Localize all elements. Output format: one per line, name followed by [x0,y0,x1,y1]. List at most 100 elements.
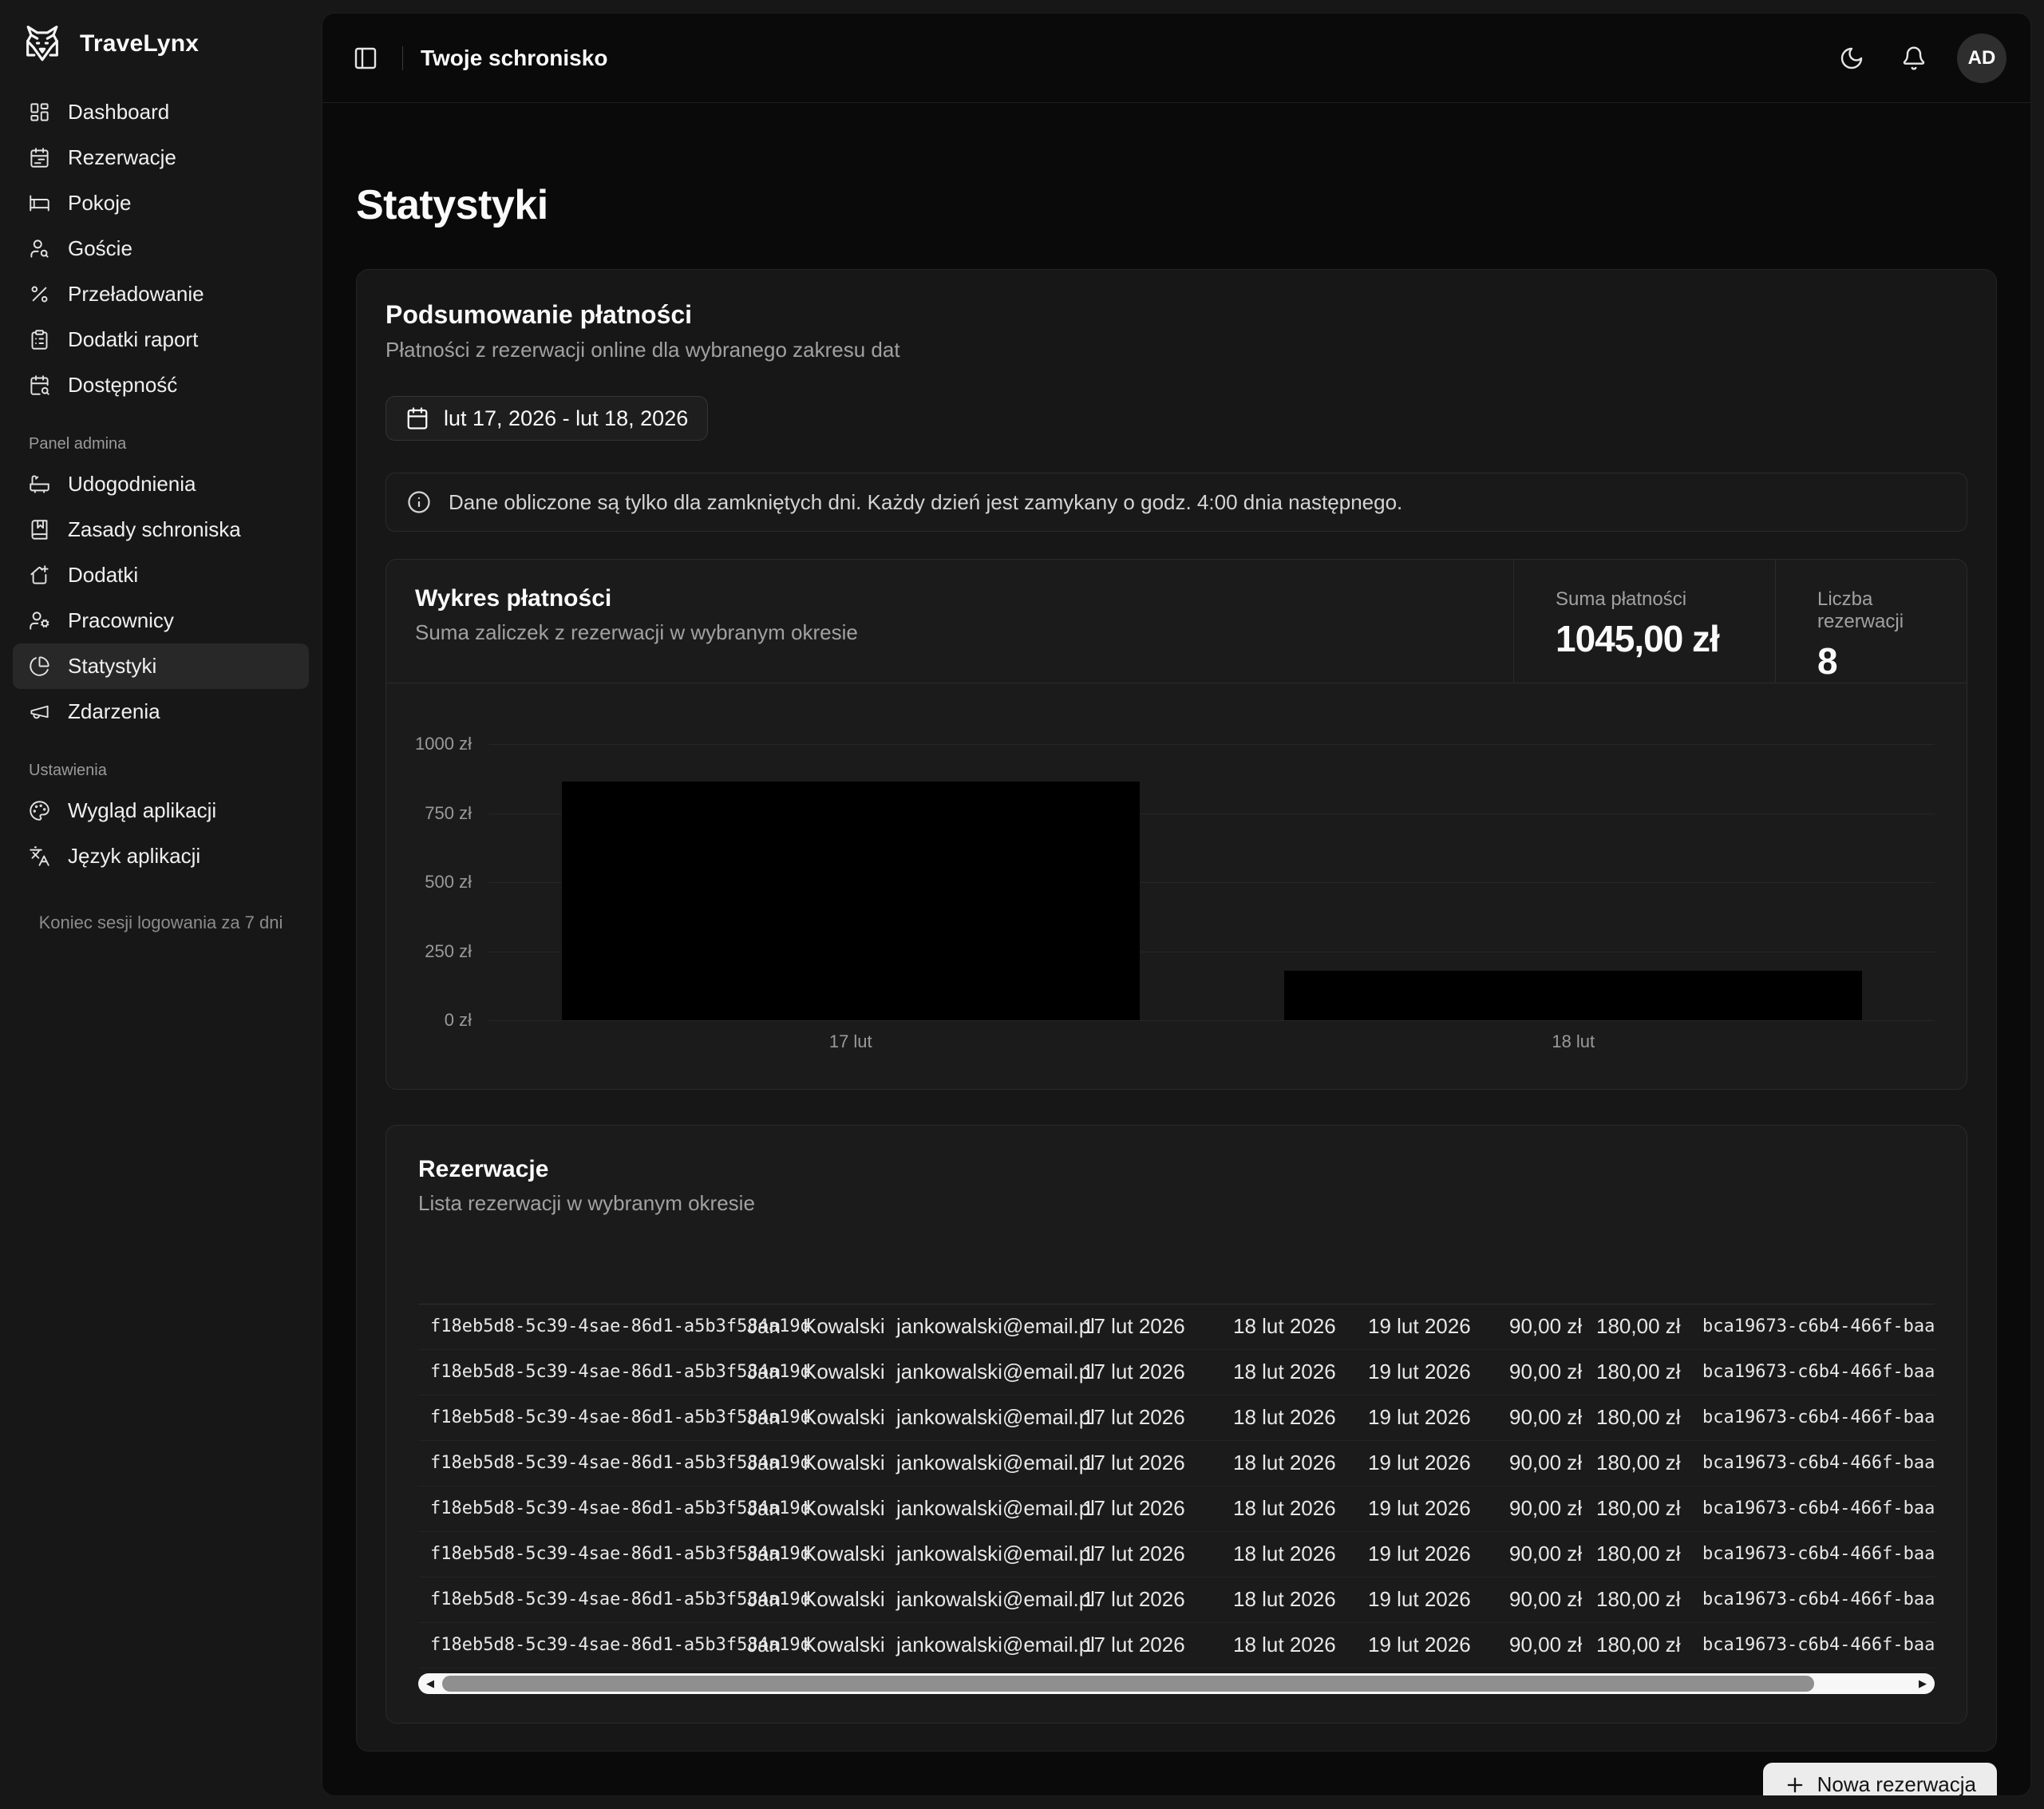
column-header[interactable] [791,1243,884,1304]
column-header[interactable] [1690,1243,1935,1304]
horizontal-scrollbar[interactable]: ◀ ▶ [418,1673,1935,1694]
table-row[interactable]: f18eb5d8-5c39-4sae-86d1-a5b3f584a19d Jan… [418,1622,1935,1668]
new-reservation-label: Nowa rezerwacja [1817,1772,1976,1795]
cell-last-name: Kowalski [791,1440,884,1486]
section-label-admin: Panel admina [29,435,309,453]
sidebar-item-statystyki[interactable]: Statystyki [13,643,309,689]
sidebar-item-pracownicy[interactable]: Pracownicy [13,598,309,643]
cell-checkin-date: 18 lut 2026 [1221,1349,1356,1395]
chart-bar-18-lut[interactable] [1284,971,1862,1020]
cell-session-id: bca19673-c6b4-466f-baa1-6e9dc [1690,1622,1935,1668]
cell-checkout-date: 19 lut 2026 [1356,1622,1497,1668]
sidebar-item-dodatki-raport[interactable]: Dodatki raport [13,317,309,362]
sidebar-item-pokoje[interactable]: Pokoje [13,180,309,226]
cell-session-id: bca19673-c6b4-466f-baa1-6e9dc [1690,1395,1935,1440]
cell-session-id: bca19673-c6b4-466f-baa1-6e9dc [1690,1577,1935,1622]
info-banner: Dane obliczone są tylko dla zamkniętych … [385,473,1967,532]
plus-icon [1784,1774,1806,1796]
cell-last-name: Kowalski [791,1622,884,1668]
new-reservation-button[interactable]: Nowa rezerwacja [1763,1763,1997,1796]
brand[interactable]: TraveLynx [13,13,309,75]
table-title: Rezerwacje [418,1156,1935,1183]
table-row[interactable]: f18eb5d8-5c39-4sae-86d1-a5b3f584a19d Jan… [418,1304,1935,1349]
table-row[interactable]: f18eb5d8-5c39-4sae-86d1-a5b3f584a19d Jan… [418,1440,1935,1486]
sidebar-item-dodatki[interactable]: Dodatki [13,552,309,598]
cell-checkin-date: 18 lut 2026 [1221,1440,1356,1486]
summary-subtitle: Płatności z rezerwacji online dla wybran… [385,338,1967,362]
cell-session-id: bca19673-c6b4-466f-baa1-6e9dc [1690,1304,1935,1349]
sidebar-item-goscie[interactable]: Goście [13,226,309,271]
notifications-button[interactable] [1895,39,1933,77]
cell-checkout-date: 19 lut 2026 [1356,1486,1497,1531]
stat-total-payments: Suma płatności 1045,00 zł [1513,560,1775,683]
cell-created-date: 17 lut 2026 [1070,1349,1221,1395]
scroll-right-button[interactable]: ▶ [1914,1673,1931,1694]
sidebar-item-dashboard[interactable]: Dashboard [13,89,309,135]
date-range-picker[interactable]: lut 17, 2026 - lut 18, 2026 [385,396,708,441]
sidebar-item-zdarzenia[interactable]: Zdarzenia [13,689,309,734]
sidebar-item-zasady-schroniska[interactable]: Zasady schroniska [13,507,309,552]
stat-label: Liczba rezerwacji [1817,588,1951,633]
info-text: Dane obliczone są tylko dla zamkniętych … [449,490,1402,515]
cell-email: jankowalski@email.pl [884,1531,1070,1577]
table-row[interactable]: f18eb5d8-5c39-4sae-86d1-a5b3f584a19d Jan… [418,1395,1935,1440]
sidebar-item-udogodnienia[interactable]: Udogodnienia [13,461,309,507]
column-header[interactable] [418,1243,735,1304]
left-arrow-icon: ◀ [426,1678,434,1688]
topbar: Twoje schronisko AD [322,14,2030,103]
column-header[interactable] [1584,1243,1690,1304]
nav-main: Dashboard Rezerwacje Pokoje Goście Przeł… [13,89,309,408]
reservations-table: f18eb5d8-5c39-4sae-86d1-a5b3f584a19d Jan… [418,1243,1935,1668]
scrollbar-track[interactable] [439,1673,1914,1694]
table-container: f18eb5d8-5c39-4sae-86d1-a5b3f584a19d Jan… [418,1243,1935,1668]
cell-total-amount: 180,00 zł [1584,1622,1690,1668]
cell-email: jankowalski@email.pl [884,1622,1070,1668]
chart-bar-17-lut[interactable] [562,782,1140,1020]
theme-toggle-button[interactable] [1832,39,1871,77]
y-axis-tick: 250 zł [425,941,472,962]
cell-uuid: f18eb5d8-5c39-4sae-86d1-a5b3f584a19d [418,1440,735,1486]
scrollbar-thumb[interactable] [442,1676,1814,1692]
column-header[interactable] [1070,1243,1221,1304]
cell-deposit: 90,00 zł [1497,1395,1584,1440]
stat-value: 8 [1817,639,1951,683]
cell-created-date: 17 lut 2026 [1070,1622,1221,1668]
nav-admin: Udogodnienia Zasady schroniska Dodatki P… [13,461,309,734]
gridline [489,1020,1935,1021]
sidebar-toggle-button[interactable] [346,39,385,77]
reservations-table-card: Rezerwacje Lista rezerwacji w wybranym o… [385,1125,1967,1724]
info-icon [407,490,431,514]
bell-icon [1901,46,1927,71]
table-row[interactable]: f18eb5d8-5c39-4sae-86d1-a5b3f584a19d Jan… [418,1486,1935,1531]
y-axis-tick: 500 zł [425,872,472,893]
cell-checkin-date: 18 lut 2026 [1221,1486,1356,1531]
x-axis-tick: 18 lut [1552,1031,1595,1052]
cell-last-name: Kowalski [791,1349,884,1395]
cell-uuid: f18eb5d8-5c39-4sae-86d1-a5b3f584a19d [418,1395,735,1440]
sidebar-item-dostepnosc[interactable]: Dostępność [13,362,309,408]
sidebar-item-jezyk-aplikacji[interactable]: Język aplikacji [13,833,309,879]
cell-checkin-date: 18 lut 2026 [1221,1395,1356,1440]
sidebar-item-przeladowanie[interactable]: Przeładowanie [13,271,309,317]
cell-deposit: 90,00 zł [1497,1486,1584,1531]
user-avatar[interactable]: AD [1957,34,2006,83]
sidebar-item-rezerwacje[interactable]: Rezerwacje [13,135,309,180]
column-header[interactable] [735,1243,791,1304]
cell-checkout-date: 19 lut 2026 [1356,1440,1497,1486]
date-range-label: lut 17, 2026 - lut 18, 2026 [444,406,688,431]
sidebar: TraveLynx Dashboard Rezerwacje Pokoje Go… [0,0,322,1809]
table-row[interactable]: f18eb5d8-5c39-4sae-86d1-a5b3f584a19d Jan… [418,1349,1935,1395]
column-header[interactable] [884,1243,1070,1304]
column-header[interactable] [1497,1243,1584,1304]
column-header[interactable] [1221,1243,1356,1304]
scroll-left-button[interactable]: ◀ [421,1673,439,1694]
cell-deposit: 90,00 zł [1497,1349,1584,1395]
table-row[interactable]: f18eb5d8-5c39-4sae-86d1-a5b3f584a19d Jan… [418,1577,1935,1622]
column-header[interactable] [1356,1243,1497,1304]
actions-bar: Nowa rezerwacja [356,1763,1997,1796]
table-row[interactable]: f18eb5d8-5c39-4sae-86d1-a5b3f584a19d Jan… [418,1531,1935,1577]
sidebar-item-wyglad-aplikacji[interactable]: Wygląd aplikacji [13,788,309,833]
stat-reservation-count: Liczba rezerwacji 8 [1775,560,1967,683]
table-header-row [418,1243,1935,1304]
cell-created-date: 17 lut 2026 [1070,1440,1221,1486]
